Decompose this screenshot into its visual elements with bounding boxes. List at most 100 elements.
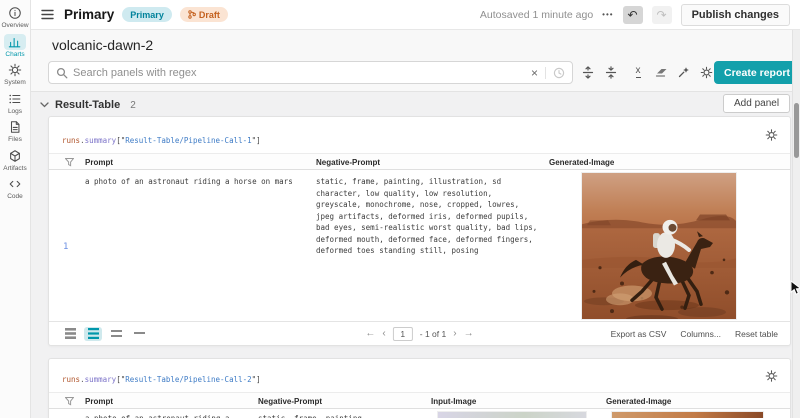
workspace-title: Primary	[64, 7, 114, 22]
column-header-prompt[interactable]: Prompt	[85, 158, 113, 167]
filter-funnel-icon[interactable]	[65, 397, 74, 406]
page-number-input[interactable]	[393, 327, 413, 341]
sidebar-item-logs[interactable]: Logs	[0, 91, 31, 115]
info-icon	[4, 5, 26, 21]
table-row: a photo of an astronaut riding a static,…	[49, 409, 790, 418]
workspace-topbar: Primary Primary Draft Autosaved 1 minute…	[31, 0, 800, 30]
cell-negative-prompt[interactable]: static, frame, painting, illustration, s…	[316, 176, 540, 257]
outliers-sparkle-icon[interactable]	[675, 63, 693, 81]
panel-expression: runs.summary["Result-Table/Pipeline-Call…	[62, 375, 261, 384]
draft-badge-label: Draft	[199, 10, 220, 20]
x-axis-icon[interactable]: x	[629, 63, 647, 81]
draft-badge[interactable]: Draft	[180, 7, 228, 22]
sidebar-item-files[interactable]: Files	[0, 119, 31, 143]
smoothing-icon[interactable]	[652, 63, 670, 81]
last-page-icon[interactable]: →	[464, 328, 474, 339]
prev-page-icon[interactable]: ‹	[382, 328, 385, 339]
next-page-icon[interactable]: ›	[453, 328, 456, 339]
panel-expression: runs.summary["Result-Table/Pipeline-Call…	[62, 136, 261, 145]
sidebar-item-system[interactable]: System	[0, 62, 31, 86]
generated-image-astronaut-horse-mars[interactable]	[581, 172, 737, 320]
primary-badge[interactable]: Primary	[122, 7, 172, 22]
column-header-prompt[interactable]: Prompt	[85, 397, 113, 406]
column-header-generated-image[interactable]: Generated-Image	[549, 158, 614, 167]
cell-prompt[interactable]: a photo of an astronaut riding a horse o…	[85, 176, 320, 188]
row-height-single-icon[interactable]	[130, 327, 148, 341]
row-height-tall-icon[interactable]	[61, 327, 79, 341]
search-input[interactable]	[73, 67, 526, 79]
create-report-button[interactable]: Create report	[714, 61, 800, 84]
x-axis-glyph: x	[636, 66, 641, 78]
redo-button[interactable]: ↷	[652, 6, 672, 24]
columns-link[interactable]: Columns...	[680, 329, 721, 339]
expr-bracket: ["	[116, 136, 125, 145]
table-footer: ← ‹ - 1 of 1 › → Export as CSV Columns..…	[49, 321, 790, 345]
search-icon	[56, 67, 68, 79]
clear-search-icon[interactable]: ×	[526, 66, 543, 80]
undo-button[interactable]: ↶	[623, 6, 643, 24]
sidebar-item-code[interactable]: Code	[0, 176, 31, 200]
row-height-short-icon[interactable]	[107, 327, 125, 341]
sidebar-label: Charts	[5, 51, 24, 58]
wandb-workspace: Overview Charts System Logs Files	[0, 0, 800, 418]
column-header-negative-prompt[interactable]: Negative-Prompt	[258, 397, 322, 406]
table-panel-pipeline-call-1: runs.summary["Result-Table/Pipeline-Call…	[48, 116, 791, 346]
row-height-medium-icon[interactable]	[84, 327, 102, 341]
table-panel-pipeline-call-2: runs.summary["Result-Table/Pipeline-Call…	[48, 358, 791, 418]
sidebar-label: Logs	[8, 108, 22, 115]
sidebar-item-overview[interactable]: Overview	[0, 5, 31, 29]
column-header-input-image[interactable]: Input-Image	[431, 397, 476, 406]
expr-object: runs	[62, 375, 80, 384]
cell-negative-prompt[interactable]: static, frame, painting,	[258, 413, 423, 418]
expr-key: Result-Table/Pipeline-Call-1	[125, 136, 251, 145]
chevron-down-icon[interactable]	[40, 102, 49, 108]
row-index[interactable]: 1	[63, 242, 68, 252]
menu-hamburger-icon[interactable]	[41, 9, 54, 20]
expr-property: summary	[85, 375, 117, 384]
cell-prompt[interactable]: a photo of an astronaut riding a	[85, 413, 245, 418]
expr-bracket: "]	[252, 136, 261, 145]
expr-bracket: ["	[116, 375, 125, 384]
section-title[interactable]: Result-Table	[55, 99, 120, 111]
sidebar-item-artifacts[interactable]: Artifacts	[0, 148, 31, 172]
export-csv-link[interactable]: Export as CSV	[611, 329, 667, 339]
vertical-scrollbar-track[interactable]	[792, 30, 800, 418]
generated-image-thumbnail[interactable]	[611, 411, 764, 418]
table-row: a photo of an astronaut riding a horse o…	[49, 170, 790, 322]
publish-changes-button[interactable]: Publish changes	[681, 4, 790, 26]
sidebar-label: Code	[7, 193, 23, 200]
input-image-thumbnail[interactable]	[437, 411, 587, 418]
column-header-generated-image[interactable]: Generated-Image	[606, 397, 671, 406]
workspace-settings-gear-icon[interactable]	[697, 63, 715, 81]
panel-settings-gear-icon[interactable]	[765, 369, 778, 382]
search-history-icon[interactable]	[545, 67, 565, 79]
add-panel-button[interactable]: Add panel	[723, 94, 790, 113]
box-icon	[4, 148, 26, 164]
panel-expression-bar: runs.summary["Result-Table/Pipeline-Call…	[49, 359, 790, 393]
filter-funnel-icon[interactable]	[65, 158, 74, 167]
section-header: Result-Table 2 Add panel	[31, 94, 791, 116]
list-icon	[4, 91, 26, 107]
undo-icon: ↶	[628, 9, 638, 21]
table-header-row: Prompt Negative-Prompt Input-Image Gener…	[49, 393, 790, 409]
run-name: volcanic-dawn-2	[52, 37, 153, 53]
expr-bracket: "]	[252, 375, 261, 384]
table-actions: Export as CSV Columns... Reset table	[611, 329, 778, 339]
pagination: ← ‹ - 1 of 1 › →	[365, 327, 473, 341]
column-header-negative-prompt[interactable]: Negative-Prompt	[316, 158, 380, 167]
branch-icon	[188, 10, 196, 19]
sidebar-item-charts[interactable]: Charts	[0, 34, 31, 58]
row-height-controls	[61, 327, 148, 341]
autosave-status: Autosaved 1 minute ago	[480, 9, 593, 21]
panel-settings-gear-icon[interactable]	[765, 129, 778, 142]
sidebar-label: Files	[8, 136, 22, 143]
collapse-panels-icon[interactable]	[602, 63, 620, 81]
more-options-icon[interactable]: •••	[602, 10, 613, 19]
reset-table-link[interactable]: Reset table	[735, 329, 778, 339]
first-page-icon[interactable]: ←	[365, 328, 375, 339]
document-icon	[4, 119, 26, 135]
expand-panels-icon[interactable]	[579, 63, 597, 81]
panel-search[interactable]: ×	[48, 61, 573, 84]
expr-key: Result-Table/Pipeline-Call-2	[125, 375, 251, 384]
vertical-scrollbar-thumb[interactable]	[794, 103, 799, 158]
